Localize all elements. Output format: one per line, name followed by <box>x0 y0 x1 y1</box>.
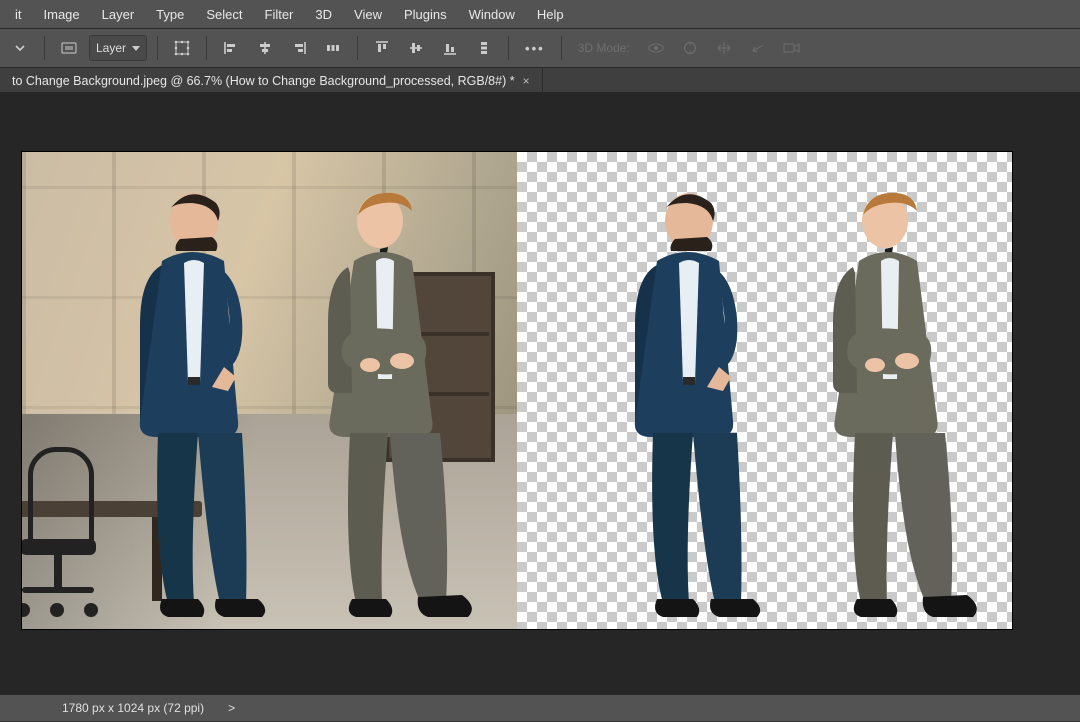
person-left-after <box>597 181 767 621</box>
menu-edit[interactable]: it <box>4 3 33 26</box>
transform-controls-icon[interactable] <box>168 34 196 62</box>
person-left-before <box>102 181 272 621</box>
separator <box>357 36 358 60</box>
menu-view[interactable]: View <box>343 3 393 26</box>
align-left-icon[interactable] <box>217 34 245 62</box>
options-bar: Layer ••• 3D Mode: <box>0 29 1080 68</box>
separator <box>44 36 45 60</box>
align-vcenter-icon[interactable] <box>402 34 430 62</box>
after-panel <box>517 152 1012 629</box>
menu-help[interactable]: Help <box>526 3 575 26</box>
auto-select-dropdown[interactable]: Layer <box>89 35 147 61</box>
auto-select-checkbox-icon[interactable] <box>55 34 83 62</box>
distribute-h-icon[interactable] <box>319 34 347 62</box>
status-bar: 1780 px x 1024 px (72 ppi) > <box>0 694 1080 721</box>
3d-roll-icon[interactable] <box>676 34 704 62</box>
align-hcenter-icon[interactable] <box>251 34 279 62</box>
menu-3d[interactable]: 3D <box>304 3 343 26</box>
3d-slide-icon[interactable] <box>744 34 772 62</box>
office-chair <box>22 447 112 617</box>
before-panel <box>22 152 517 629</box>
document-canvas[interactable] <box>22 152 1012 629</box>
canvas-wrap: Before After <box>22 152 1012 629</box>
workspace: Before After <box>0 92 1080 695</box>
3d-mode-label: 3D Mode: <box>572 41 636 55</box>
menu-window[interactable]: Window <box>458 3 526 26</box>
separator <box>157 36 158 60</box>
menu-layer[interactable]: Layer <box>91 3 146 26</box>
align-right-icon[interactable] <box>285 34 313 62</box>
separator <box>206 36 207 60</box>
separator <box>561 36 562 60</box>
distribute-v-icon[interactable] <box>470 34 498 62</box>
menu-bar: it Image Layer Type Select Filter 3D Vie… <box>0 0 1080 29</box>
menu-plugins[interactable]: Plugins <box>393 3 458 26</box>
align-top-icon[interactable] <box>368 34 396 62</box>
menu-image[interactable]: Image <box>33 3 91 26</box>
3d-pan-icon[interactable] <box>710 34 738 62</box>
document-tab-bar: to Change Background.jpeg @ 66.7% (How t… <box>0 68 1080 95</box>
person-right-after <box>807 181 977 621</box>
menu-filter[interactable]: Filter <box>254 3 305 26</box>
separator <box>508 36 509 60</box>
chevron-down-icon <box>132 46 140 51</box>
status-caret-icon[interactable]: > <box>228 701 235 715</box>
move-tool-dropdown-icon[interactable] <box>6 34 34 62</box>
auto-select-value: Layer <box>96 41 126 55</box>
3d-camera-icon[interactable] <box>778 34 806 62</box>
menu-select[interactable]: Select <box>195 3 253 26</box>
align-bottom-icon[interactable] <box>436 34 464 62</box>
document-dimensions: 1780 px x 1024 px (72 ppi) <box>62 701 204 715</box>
close-tab-icon[interactable]: × <box>523 74 530 88</box>
3d-orbit-icon[interactable] <box>642 34 670 62</box>
document-tab-title: to Change Background.jpeg @ 66.7% (How t… <box>12 74 515 88</box>
menu-type[interactable]: Type <box>145 3 195 26</box>
document-tab[interactable]: to Change Background.jpeg @ 66.7% (How t… <box>0 68 543 94</box>
more-options-icon[interactable]: ••• <box>519 41 551 56</box>
person-right-before <box>302 181 472 621</box>
